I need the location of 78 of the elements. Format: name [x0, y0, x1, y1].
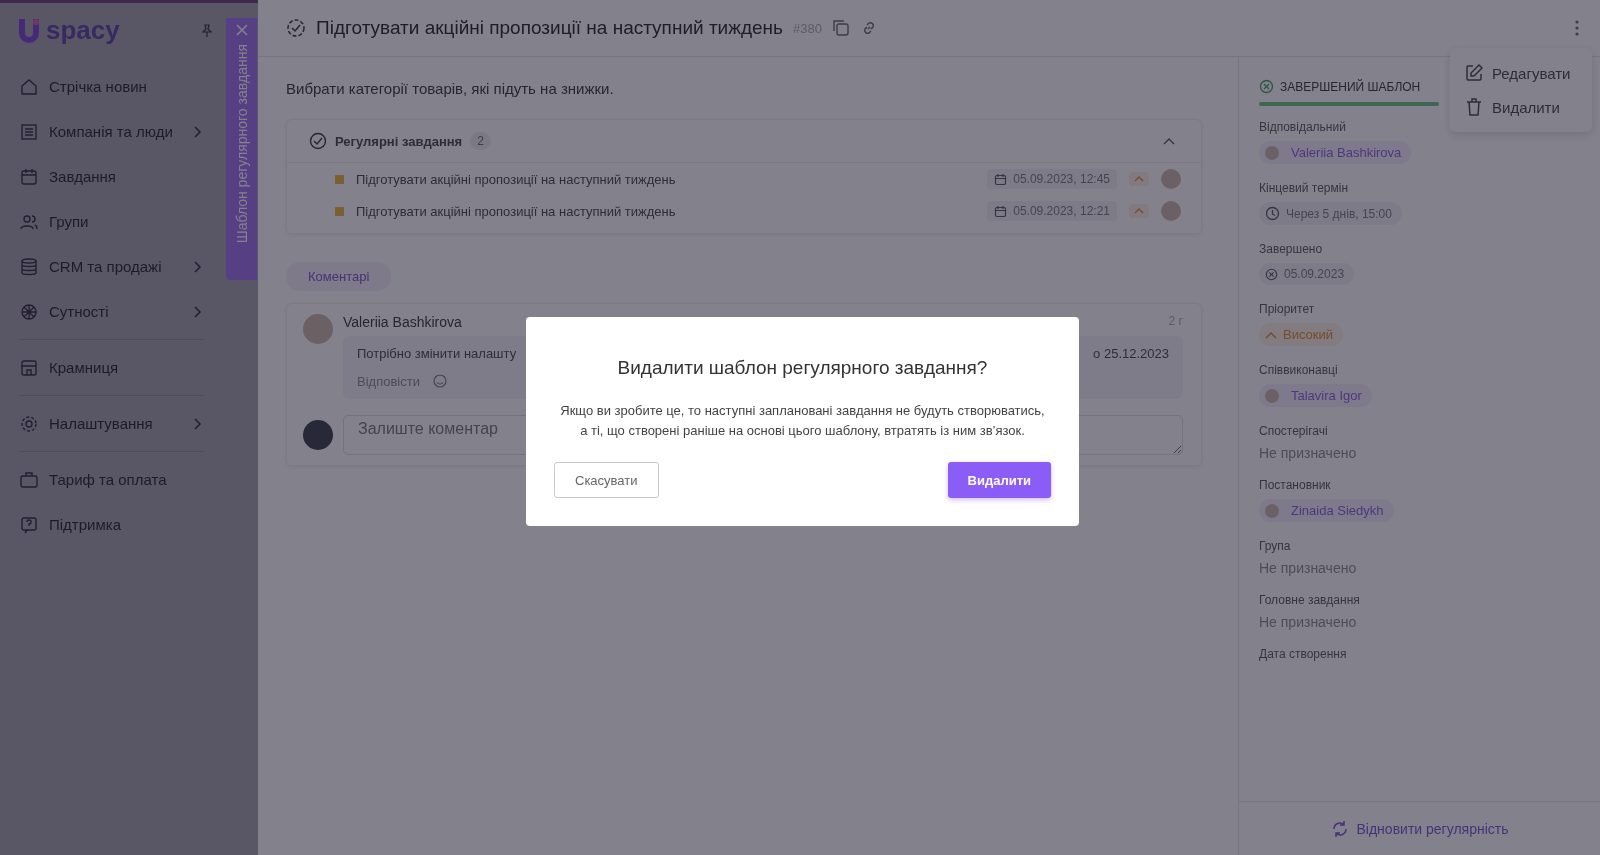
status-square: [335, 206, 344, 216]
field-label: Співвиконавці: [1259, 363, 1338, 377]
sidebar-item[interactable]: Тариф та оплата: [0, 457, 218, 502]
dialog-title: Видалити шаблон регулярного завдання?: [616, 357, 989, 379]
status-label: ЗАВЕРШЕНИЙ ШАБЛОН: [1280, 79, 1421, 94]
task-description: Вибрати категорії товарів, які підуть на знижки.: [286, 80, 615, 97]
sidebar-item[interactable]: Крамниця: [0, 345, 218, 390]
sidebar-item[interactable]: Стрічка новин: [0, 64, 218, 109]
cancel-circle-icon: [1265, 267, 1278, 281]
edit-icon: [1464, 63, 1484, 83]
calendar-icon: [19, 166, 39, 187]
briefcase-icon: [19, 469, 39, 490]
dialog-message: Якщо ви зробите це, то наступні заплановані завдання не будуть створюватись, а ті, що створені раніше на основі цього шаблону, втратять із ним зв’язок.: [559, 402, 1046, 440]
more-icon[interactable]: [1574, 19, 1580, 37]
field-label: Постановник: [1259, 478, 1331, 492]
priority-chip[interactable]: Високий: [1259, 323, 1344, 346]
store-icon: [19, 357, 39, 378]
task-link[interactable]: Підготувати акційні пропозиції на наступний тиждень: [356, 203, 676, 219]
close-icon[interactable]: [235, 24, 248, 36]
deadline-chip[interactable]: Через 5 днів, 15:00: [1259, 202, 1402, 225]
sidebar-item[interactable]: Сутності: [0, 289, 218, 334]
delete-button[interactable]: Видалити: [947, 462, 1051, 498]
check-circle-icon: [309, 132, 327, 150]
person-chip[interactable]: Zinaida Siedykh: [1259, 499, 1394, 522]
field-label: Група: [1259, 539, 1291, 553]
menu-item[interactable]: Видалити: [1450, 90, 1592, 124]
comment-author: Valeriia Bashkirova: [343, 314, 462, 330]
sidebar-item[interactable]: Завдання: [0, 154, 218, 199]
date-text: 05.09.2023, 12:21: [1013, 204, 1110, 218]
trash-icon: [1464, 97, 1484, 117]
count-badge: 2: [470, 132, 491, 150]
chevron-up-icon: [1134, 176, 1144, 182]
pin-icon[interactable]: [200, 23, 214, 38]
section-title: Регулярні завдання: [335, 133, 463, 149]
field-label: Завершено: [1259, 242, 1323, 256]
cancel-circle-icon: [1259, 79, 1274, 94]
avatar: [303, 420, 333, 450]
avatar: [1161, 201, 1181, 221]
refresh-icon: [1330, 819, 1349, 838]
field-label: Відповідальний: [1259, 120, 1346, 134]
chevron-up-icon: [1134, 208, 1144, 214]
sidebar-item[interactable]: Компанія та люди: [0, 109, 218, 154]
chevron-up-icon[interactable]: [1163, 137, 1175, 145]
side-tab[interactable]: Шаблон регулярного завдання: [226, 18, 257, 280]
calendar-icon: [994, 172, 1008, 186]
person-chip[interactable]: Valeriia Bashkirova: [1259, 141, 1412, 164]
comments-tab[interactable]: Коментарі: [286, 262, 392, 291]
avatar: [303, 314, 333, 344]
sidebar-item[interactable]: CRM та продажі: [0, 244, 218, 289]
copy-icon[interactable]: [831, 19, 850, 37]
field-label: Кінцевий термін: [1259, 181, 1349, 195]
completed-chip: 05.09.2023: [1259, 263, 1355, 285]
task-title: Підготувати акційні пропозиції на наступний тиждень: [316, 17, 783, 39]
field-label: Спостерігачі: [1259, 424, 1328, 438]
date-text: 05.09.2023, 12:45: [1013, 172, 1110, 186]
field-label: Дата створення: [1259, 647, 1347, 661]
home-icon: [19, 76, 39, 97]
comment-text: Потрібно змінити налашту: [357, 346, 517, 361]
calendar-icon: [994, 204, 1008, 218]
menu-item[interactable]: Редагувати: [1450, 56, 1592, 90]
building-icon: [19, 121, 39, 142]
emoji-icon[interactable]: [431, 373, 448, 389]
chevron-up-icon: [1265, 330, 1277, 339]
person-chip[interactable]: Talavira Igor: [1259, 384, 1372, 407]
comment-text: о 25.12.2023: [1093, 346, 1169, 361]
sidebar-item[interactable]: Підтримка: [0, 502, 218, 547]
avatar: [1161, 169, 1181, 189]
help-icon: [19, 514, 39, 535]
database-icon: [19, 256, 39, 277]
cancel-button[interactable]: Скасувати: [554, 462, 659, 498]
status-square: [335, 174, 344, 184]
task-link[interactable]: Підготувати акційні пропозиції на наступний тиждень: [356, 171, 676, 187]
sidebar-item[interactable]: Групи: [0, 199, 218, 244]
sidebar-item[interactable]: Налаштування: [0, 401, 218, 446]
clock-icon: [1265, 206, 1280, 221]
field-label: Головне завдання: [1259, 593, 1360, 607]
field-label: Пріоритет: [1259, 302, 1315, 316]
check-circle-icon: [286, 18, 306, 38]
